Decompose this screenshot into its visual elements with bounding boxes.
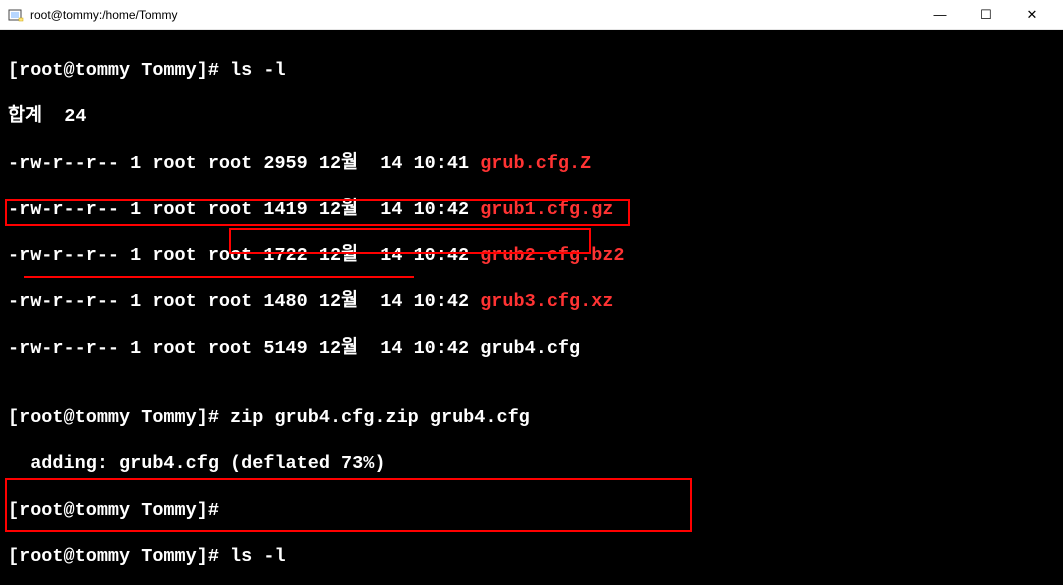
prompt-line-2: [root@tommy Tommy]# zip grub4.cfg.zip gr… <box>8 406 1055 429</box>
file-name: grub4.cfg <box>480 338 580 359</box>
file-name: grub.cfg.Z <box>480 153 591 174</box>
zip-command: zip grub4.cfg.zip grub4.cfg <box>219 407 530 428</box>
minimize-button[interactable]: — <box>917 0 963 30</box>
terminal[interactable]: [root@tommy Tommy]# ls -l 합계 24 -rw-r--r… <box>0 30 1063 585</box>
prompt-line-3: [root@tommy Tommy]# <box>8 499 1055 522</box>
ls-row: -rw-r--r-- 1 root root 5149 12월 14 10:42… <box>8 337 1055 360</box>
prompt-line-4: [root@tommy Tommy]# ls -l <box>8 545 1055 568</box>
prompt-line-1: [root@tommy Tommy]# ls -l <box>8 59 1055 82</box>
zip-output: adding: grub4.cfg (deflated 73%) <box>8 452 1055 475</box>
window-title: root@tommy:/home/Tommy <box>30 8 917 22</box>
maximize-button[interactable]: ☐ <box>963 0 1009 30</box>
close-button[interactable]: ✕ <box>1009 0 1055 30</box>
putty-icon <box>8 7 24 23</box>
ls-row: -rw-r--r-- 1 root root 1480 12월 14 10:42… <box>8 290 1055 313</box>
total-line-1: 합계 24 <box>8 105 1055 128</box>
window-titlebar: root@tommy:/home/Tommy — ☐ ✕ <box>0 0 1063 30</box>
ls-row: -rw-r--r-- 1 root root 2959 12월 14 10:41… <box>8 152 1055 175</box>
ls-row: -rw-r--r-- 1 root root 1722 12월 14 10:42… <box>8 244 1055 267</box>
file-name: grub1.cfg.gz <box>480 199 613 220</box>
file-name: grub2.cfg.bz2 <box>480 245 624 266</box>
file-name: grub3.cfg.xz <box>480 291 613 312</box>
ls-row: -rw-r--r-- 1 root root 1419 12월 14 10:42… <box>8 198 1055 221</box>
